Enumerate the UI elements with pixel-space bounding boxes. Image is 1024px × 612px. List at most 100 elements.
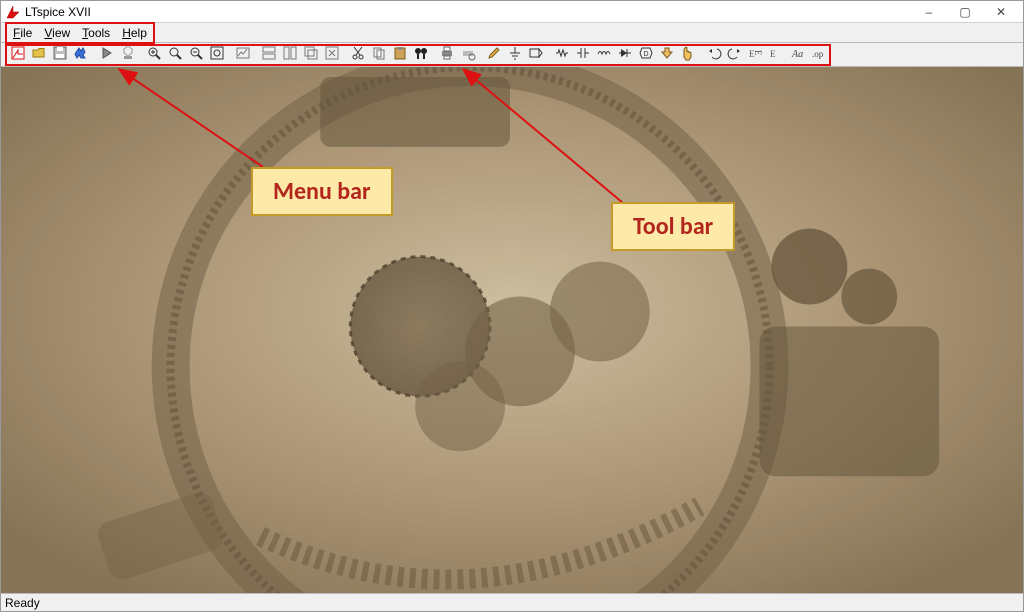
inductor-icon — [596, 45, 612, 64]
svg-text:E: E — [770, 49, 776, 59]
zoom-out-button[interactable] — [185, 45, 206, 65]
annotation-toolbar-label: Tool bar — [611, 202, 735, 251]
minimize-icon: – — [926, 5, 933, 19]
spice-directive-icon: .op — [811, 45, 827, 64]
tile-v-icon — [282, 45, 298, 64]
redo-icon — [727, 45, 743, 64]
print-icon — [439, 45, 455, 64]
autorange-icon — [235, 45, 251, 64]
capacitor-button[interactable] — [572, 45, 593, 65]
close-all-icon — [324, 45, 340, 64]
svg-text:.op: .op — [812, 49, 824, 59]
zoom-in-button[interactable] — [143, 45, 164, 65]
window-title: LTspice XVII — [25, 1, 911, 23]
capacitor-icon — [575, 45, 591, 64]
paste-button[interactable] — [389, 45, 410, 65]
resistor-button[interactable] — [551, 45, 572, 65]
inductor-button[interactable] — [593, 45, 614, 65]
save-icon — [52, 45, 68, 64]
new-schematic-button[interactable] — [7, 45, 28, 65]
copy-button[interactable] — [368, 45, 389, 65]
window-controls: – ▢ ✕ — [911, 1, 1019, 23]
undo-button[interactable] — [703, 45, 724, 65]
svg-text:E: E — [753, 50, 763, 56]
titlebar: LTspice XVII – ▢ ✕ — [1, 1, 1023, 23]
save-button[interactable] — [49, 45, 70, 65]
open-button[interactable] — [28, 45, 49, 65]
redo-button[interactable] — [724, 45, 745, 65]
component-icon: D — [638, 45, 654, 64]
application-window: LTspice XVII – ▢ ✕ File View Tools Help … — [0, 0, 1024, 612]
drag-button[interactable] — [677, 45, 698, 65]
menu-tools[interactable]: Tools — [76, 24, 116, 42]
menu-file[interactable]: File — [7, 24, 38, 42]
control-panel-button[interactable] — [70, 45, 91, 65]
spice-directive-button[interactable]: .op — [808, 45, 829, 65]
close-button[interactable]: ✕ — [983, 1, 1019, 23]
zoom-in-icon — [146, 45, 162, 64]
move-icon — [659, 45, 675, 64]
mirror-icon: EE — [769, 45, 785, 64]
status-text: Ready — [5, 596, 40, 610]
close-all-button[interactable] — [321, 45, 342, 65]
label-button[interactable] — [525, 45, 546, 65]
mirror-button[interactable]: EE — [766, 45, 787, 65]
find-icon — [413, 45, 429, 64]
cascade-icon — [303, 45, 319, 64]
component-button[interactable]: D — [635, 45, 656, 65]
svg-text:D: D — [643, 51, 648, 58]
maximize-button[interactable]: ▢ — [947, 1, 983, 23]
workspace: Menu bar Tool bar — [1, 67, 1023, 593]
cascade-button[interactable] — [300, 45, 321, 65]
zoom-full-button[interactable] — [206, 45, 227, 65]
menubar-highlight: File View Tools Help — [5, 22, 155, 44]
cut-button[interactable] — [347, 45, 368, 65]
tile-v-button[interactable] — [279, 45, 300, 65]
minimize-button[interactable]: – — [911, 1, 947, 23]
text-icon: Aa — [790, 45, 806, 64]
zoom-full-icon — [209, 45, 225, 64]
pan-button[interactable] — [164, 45, 185, 65]
menu-file-rest: ile — [20, 26, 32, 40]
pencil-button[interactable] — [483, 45, 504, 65]
app-icon — [5, 4, 21, 20]
toolbar-highlight: DEEEEAa.op — [5, 44, 831, 66]
open-icon — [31, 45, 47, 64]
control-panel-icon — [73, 45, 89, 64]
cut-icon — [350, 45, 366, 64]
rotate-icon: EE — [748, 45, 764, 64]
menu-help-rest: elp — [131, 26, 147, 40]
print-button[interactable] — [436, 45, 457, 65]
menu-view[interactable]: View — [38, 24, 76, 42]
print-setup-icon — [460, 45, 476, 64]
menu-help[interactable]: Help — [116, 24, 153, 42]
paste-icon — [392, 45, 408, 64]
menubar: File View Tools Help — [1, 23, 1023, 43]
svg-text:Aa: Aa — [791, 49, 803, 60]
tile-h-icon — [261, 45, 277, 64]
statusbar: Ready — [1, 593, 1023, 611]
print-setup-button[interactable] — [457, 45, 478, 65]
menubar-items: File View Tools Help — [7, 24, 153, 42]
diode-button[interactable] — [614, 45, 635, 65]
undo-icon — [706, 45, 722, 64]
diode-icon — [617, 45, 633, 64]
maximize-icon: ▢ — [959, 5, 970, 19]
halt-button[interactable] — [117, 45, 138, 65]
move-button[interactable] — [656, 45, 677, 65]
ground-button[interactable] — [504, 45, 525, 65]
new-schematic-icon — [10, 45, 26, 64]
label-icon — [528, 45, 544, 64]
toolbar: DEEEEAa.op — [1, 43, 1023, 67]
drag-icon — [680, 45, 696, 64]
rotate-button[interactable]: EE — [745, 45, 766, 65]
halt-icon — [120, 45, 136, 64]
background-image — [1, 67, 1023, 593]
pencil-icon — [486, 45, 502, 64]
autorange-button[interactable] — [232, 45, 253, 65]
tile-h-button[interactable] — [258, 45, 279, 65]
run-button[interactable] — [96, 45, 117, 65]
find-button[interactable] — [410, 45, 431, 65]
text-button[interactable]: Aa — [787, 45, 808, 65]
run-icon — [99, 45, 115, 64]
